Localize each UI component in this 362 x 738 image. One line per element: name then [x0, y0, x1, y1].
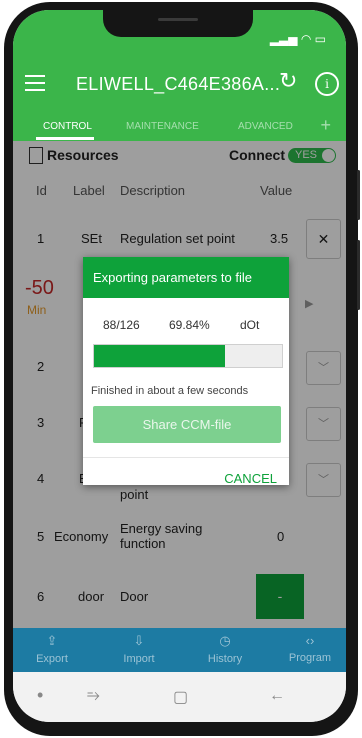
- dialog-message: Finished in about a few seconds: [91, 385, 249, 397]
- speaker-grille: [158, 18, 198, 21]
- tab-control[interactable]: CONTROL: [43, 121, 92, 132]
- add-tab-button[interactable]: +: [320, 115, 331, 136]
- system-nav-bar: • ⥱ ▢ ←: [13, 672, 346, 722]
- tab-advanced[interactable]: ADVANCED: [238, 121, 293, 132]
- refresh-icon[interactable]: ↻: [279, 68, 297, 94]
- export-icon: ⇪: [46, 633, 58, 648]
- nav-export-label: Export: [36, 653, 68, 665]
- export-count: 88/126: [103, 318, 140, 332]
- dialog-title: Exporting parameters to file: [93, 270, 252, 285]
- export-percent: 69.84%: [169, 318, 210, 332]
- tab-bar: CONTROL MAINTENANCE ADVANCED +: [13, 115, 346, 141]
- import-icon: ⇩: [133, 633, 145, 648]
- app-bar: ELIWELL_C464E386A... ↻ i: [13, 55, 346, 115]
- status-icons: ▂▃▅ ◠ ▭: [269, 32, 326, 46]
- app-title: ELIWELL_C464E386A...: [76, 74, 281, 94]
- active-tab-indicator: [36, 137, 94, 140]
- phone-screen: ▂▃▅ ◠ ▭ ELIWELL_C464E386A... ↻ i CONTROL…: [13, 10, 346, 722]
- export-dialog: Exporting parameters to file 88/126 69.8…: [83, 257, 289, 486]
- dialog-divider: [83, 457, 289, 458]
- nav-history-label: History: [207, 653, 243, 665]
- share-ccm-file-button[interactable]: Share CCM-file: [93, 406, 281, 443]
- nav-export[interactable]: ⇪ Export: [17, 633, 87, 665]
- nav-history[interactable]: ◷ History: [190, 633, 260, 665]
- code-icon: ‹›: [305, 633, 315, 648]
- back-icon[interactable]: ←: [269, 687, 285, 705]
- dot-icon[interactable]: •: [37, 685, 43, 706]
- dialog-header: Exporting parameters to file: [83, 257, 289, 298]
- export-current-param: dOt: [240, 318, 260, 332]
- nav-import-label: Import: [123, 653, 155, 665]
- hamburger-menu-icon[interactable]: [25, 75, 45, 91]
- nav-program[interactable]: ‹› Program: [275, 633, 345, 664]
- clock-icon: ◷: [219, 633, 231, 648]
- home-icon[interactable]: ▢: [173, 687, 188, 707]
- camera-notch: [103, 10, 253, 37]
- progress-bar: [93, 344, 283, 368]
- bottom-navigation: ⇪ Export ⇩ Import ◷ History ‹› Program: [13, 628, 346, 672]
- power-button: [357, 240, 360, 310]
- progress-fill: [94, 345, 226, 367]
- cancel-button[interactable]: CANCEL: [224, 471, 277, 486]
- nav-program-label: Program: [288, 652, 332, 664]
- tab-maintenance[interactable]: MAINTENANCE: [126, 121, 199, 132]
- volume-button: [357, 170, 360, 220]
- info-icon[interactable]: i: [315, 72, 339, 96]
- nav-import[interactable]: ⇩ Import: [104, 633, 174, 665]
- recent-apps-icon[interactable]: ⥱: [87, 687, 100, 705]
